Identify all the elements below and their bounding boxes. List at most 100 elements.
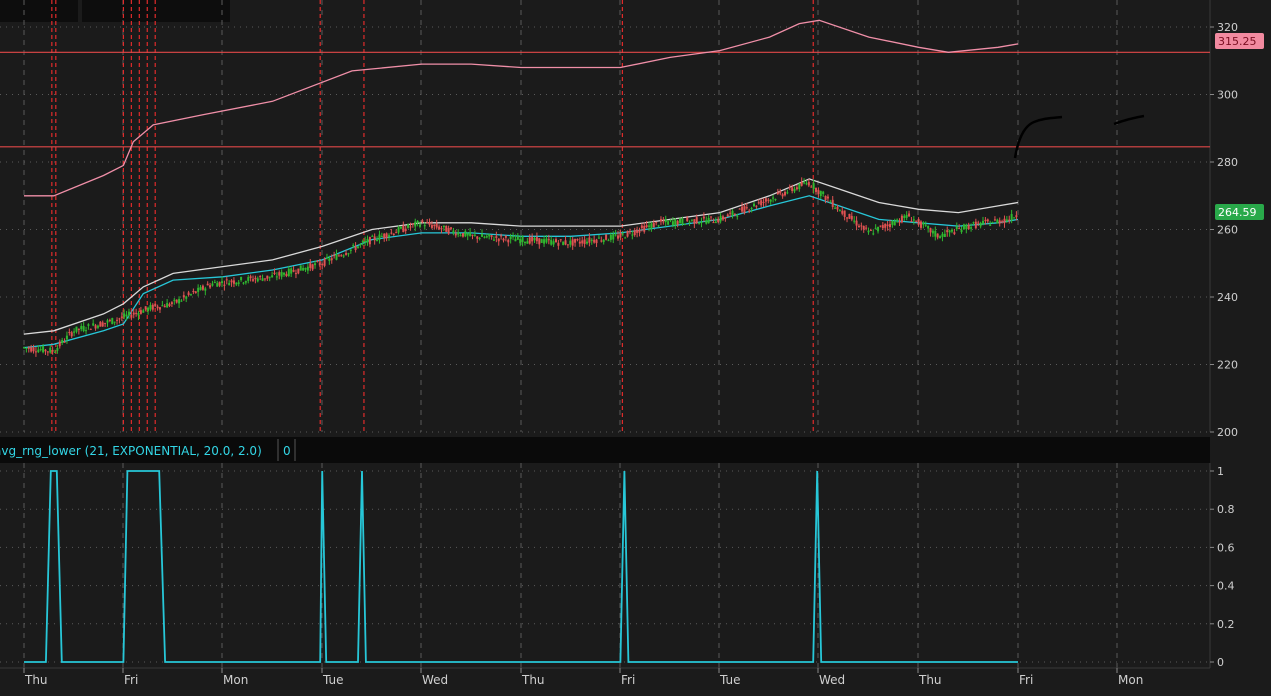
candle-up [111, 318, 114, 325]
y-tick-label: 220 [1217, 359, 1238, 372]
candle-up [805, 183, 808, 185]
candle-down [311, 264, 314, 270]
y-tick-label: 0.4 [1217, 580, 1235, 593]
candle-down [564, 240, 567, 245]
candle-down [538, 238, 541, 245]
candle-down [781, 194, 784, 197]
candle-up [569, 240, 572, 245]
candle-up [147, 307, 150, 312]
y-tick-label: 320 [1217, 21, 1238, 34]
candle-down [764, 198, 767, 202]
candle-down [953, 232, 956, 235]
candle-up [61, 339, 64, 343]
candle-down [757, 202, 760, 204]
candle-down [817, 189, 820, 194]
candle-up [834, 207, 837, 209]
candle-down [433, 224, 436, 226]
candle-down [318, 262, 321, 266]
candle-up [442, 225, 445, 228]
candle-down [655, 221, 658, 223]
candle-up [92, 323, 95, 326]
candle-down [936, 233, 939, 238]
candle-down [710, 216, 713, 218]
y-tick-label: 260 [1217, 224, 1238, 237]
x-tick-label: Fri [1019, 673, 1033, 687]
candle-up [514, 239, 517, 242]
candle-up [931, 230, 934, 234]
candle-up [939, 236, 942, 239]
candle-up [614, 234, 617, 236]
candle-down [297, 268, 300, 274]
candle-up [261, 278, 264, 281]
candle-up [698, 222, 701, 224]
candle-up [893, 221, 896, 226]
candle-up [189, 294, 192, 296]
candle-down [294, 273, 297, 275]
y-tick-label: 200 [1217, 426, 1238, 439]
candle-down [738, 208, 741, 210]
candle-up [996, 219, 999, 224]
candle-up [42, 346, 45, 353]
candle-down [471, 234, 474, 236]
candle-down [528, 237, 531, 244]
candle-down [762, 201, 765, 203]
candle-down [450, 227, 453, 229]
candle-down [118, 318, 121, 320]
candle-down [862, 226, 865, 230]
candle-up [56, 348, 59, 351]
last-price-badge: 264.59 [1218, 206, 1257, 219]
candle-up [366, 238, 369, 243]
candle-down [77, 328, 80, 330]
candle-down [743, 206, 746, 214]
candle-down [977, 222, 980, 224]
candle-up [142, 310, 145, 313]
candle-down [333, 255, 336, 257]
candle-down [702, 216, 705, 219]
candle-down [249, 276, 252, 278]
candle-down [201, 285, 204, 290]
candle-up [54, 351, 57, 353]
study-label[interactable]: avg_rng_lower (21, EXPONENTIAL, 20.0, 2.… [0, 444, 262, 458]
candle-down [884, 223, 887, 228]
candle-up [700, 222, 703, 224]
candle-down [826, 196, 829, 199]
candle-down [810, 186, 813, 188]
x-tick-label: Mon [1118, 673, 1143, 687]
candle-up [125, 314, 128, 317]
candle-up [469, 232, 472, 237]
candle-down [273, 272, 276, 274]
candle-up [523, 241, 526, 244]
candle-up [287, 268, 290, 277]
candle-down [209, 285, 212, 288]
candle-up [407, 224, 410, 228]
candle-down [535, 237, 538, 242]
candle-down [309, 263, 312, 268]
candle-down [636, 230, 639, 233]
candle-down [440, 228, 443, 230]
x-tick-label: Wed [422, 673, 448, 687]
candle-down [170, 302, 173, 305]
candle-up [657, 225, 660, 227]
candle-up [509, 236, 512, 240]
candle-down [831, 199, 834, 207]
candle-up [299, 265, 302, 271]
candle-down [974, 221, 977, 229]
candle-up [533, 237, 536, 241]
candle-up [302, 267, 305, 271]
candle-down [495, 236, 498, 239]
candle-down [44, 349, 47, 352]
time-axis[interactable]: Thu Fri Mon Tue Wed Thu Fri Tue Wed Thu Fri Mon [0, 667, 1271, 696]
candle-down [547, 239, 550, 241]
candle-down [748, 210, 751, 212]
candle-down [554, 239, 557, 243]
candle-up [466, 233, 469, 236]
candle-up [106, 320, 109, 323]
candle-up [982, 220, 985, 224]
candle-down [292, 270, 295, 272]
candle-up [550, 239, 553, 245]
candle-down [345, 253, 348, 255]
x-tick-label: Thu [521, 673, 545, 687]
candle-down [855, 220, 858, 226]
candle-down [869, 230, 872, 232]
candle-up [607, 240, 610, 242]
